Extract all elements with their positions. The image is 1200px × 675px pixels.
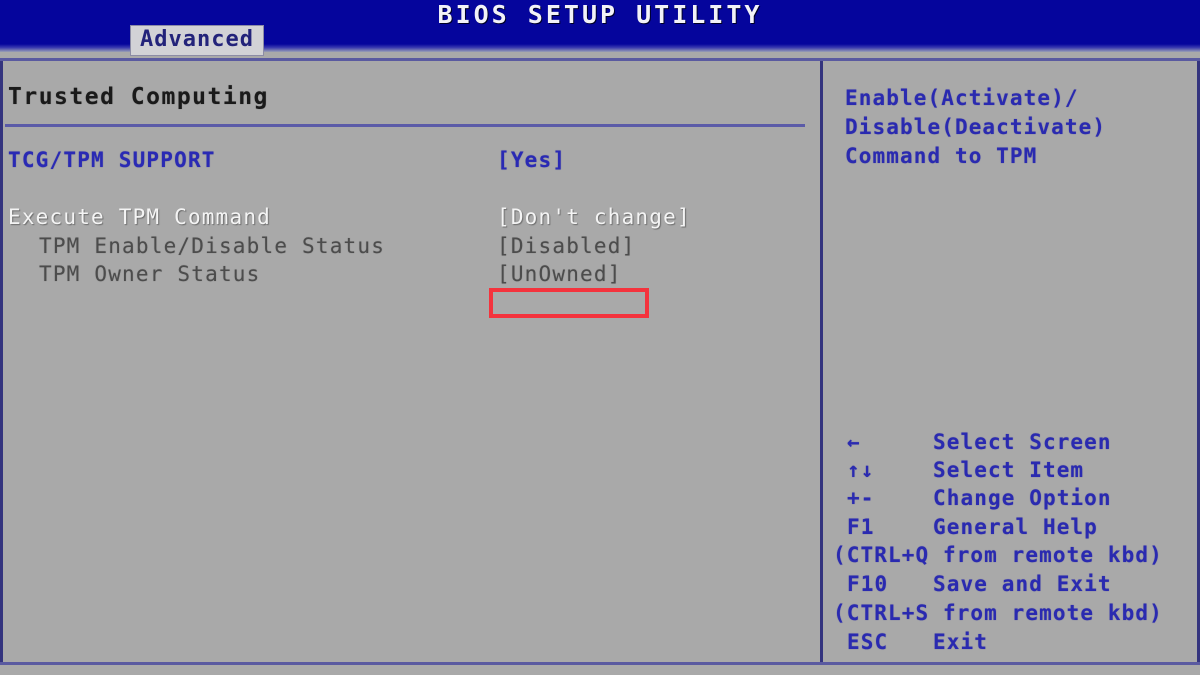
legend-label: Exit [933,630,988,654]
plus-minus-icon: +- [847,486,875,510]
legend-note-ctrl-q: (CTRL+Q from remote kbd) [833,543,1163,567]
frame-bottom-rule [0,662,1200,665]
legend-label: Select Screen [933,430,1112,454]
legend-label: General Help [933,515,1098,539]
setting-row-tcg-tpm-support[interactable]: TCG/TPM SUPPORT [Yes] [8,146,818,175]
legend-row-exit: ESC Exit [847,628,987,656]
annotation-highlight-box [489,288,649,318]
setting-row-tpm-owner-status: TPM Owner Status [UnOwned] [8,260,818,289]
bios-setup-screen: BIOS SETUP UTILITY Advanced Trusted Comp… [0,0,1200,675]
legend-label: Change Option [933,486,1112,510]
setting-value[interactable]: [Yes] [497,146,566,175]
setting-value: [UnOwned] [497,262,622,286]
legend-note-ctrl-s: (CTRL+S from remote kbd) [833,601,1163,625]
section-divider [5,124,805,127]
up-down-arrow-icon: ↑↓ [847,458,875,482]
help-text-line: Command to TPM [845,144,1038,168]
setting-label: TCG/TPM SUPPORT [8,148,216,172]
esc-key-label: ESC [847,630,889,654]
section-title: Trusted Computing [8,84,269,110]
legend-row-save-and-exit: F10 Save and Exit [847,570,1111,598]
legend-row-select-screen: ← Select Screen [847,428,1111,456]
help-panel: Enable(Activate)/ Disable(Deactivate) Co… [823,61,1197,662]
legend-label: Save and Exit [933,572,1112,596]
setting-label: TPM Enable/Disable Status [39,234,386,258]
left-arrow-icon: ← [847,430,861,454]
setting-value: [Disabled] [497,234,636,258]
setting-row-execute-tpm-command[interactable]: Execute TPM Command [Don't change] [8,203,818,232]
f1-key-label: F1 [847,515,875,539]
setting-row-tpm-enable-disable-status: TPM Enable/Disable Status [Disabled] [8,232,818,261]
help-text-line: Enable(Activate)/ [845,86,1079,110]
setting-label: TPM Owner Status [39,262,261,286]
help-text-line: Disable(Deactivate) [845,115,1107,139]
settings-panel: Trusted Computing TCG/TPM SUPPORT [Yes] … [3,61,820,662]
setting-value[interactable]: [Don't change] [497,203,691,232]
f10-key-label: F10 [847,572,889,596]
legend-label: Select Item [933,458,1085,482]
legend-row-select-item: ↑↓ Select Item [847,456,1083,484]
legend-row-general-help: F1 General Help [847,513,1097,541]
setting-label: Execute TPM Command [8,205,272,229]
legend-row-change-option: +- Change Option [847,484,1111,512]
tab-advanced[interactable]: Advanced [131,26,263,55]
